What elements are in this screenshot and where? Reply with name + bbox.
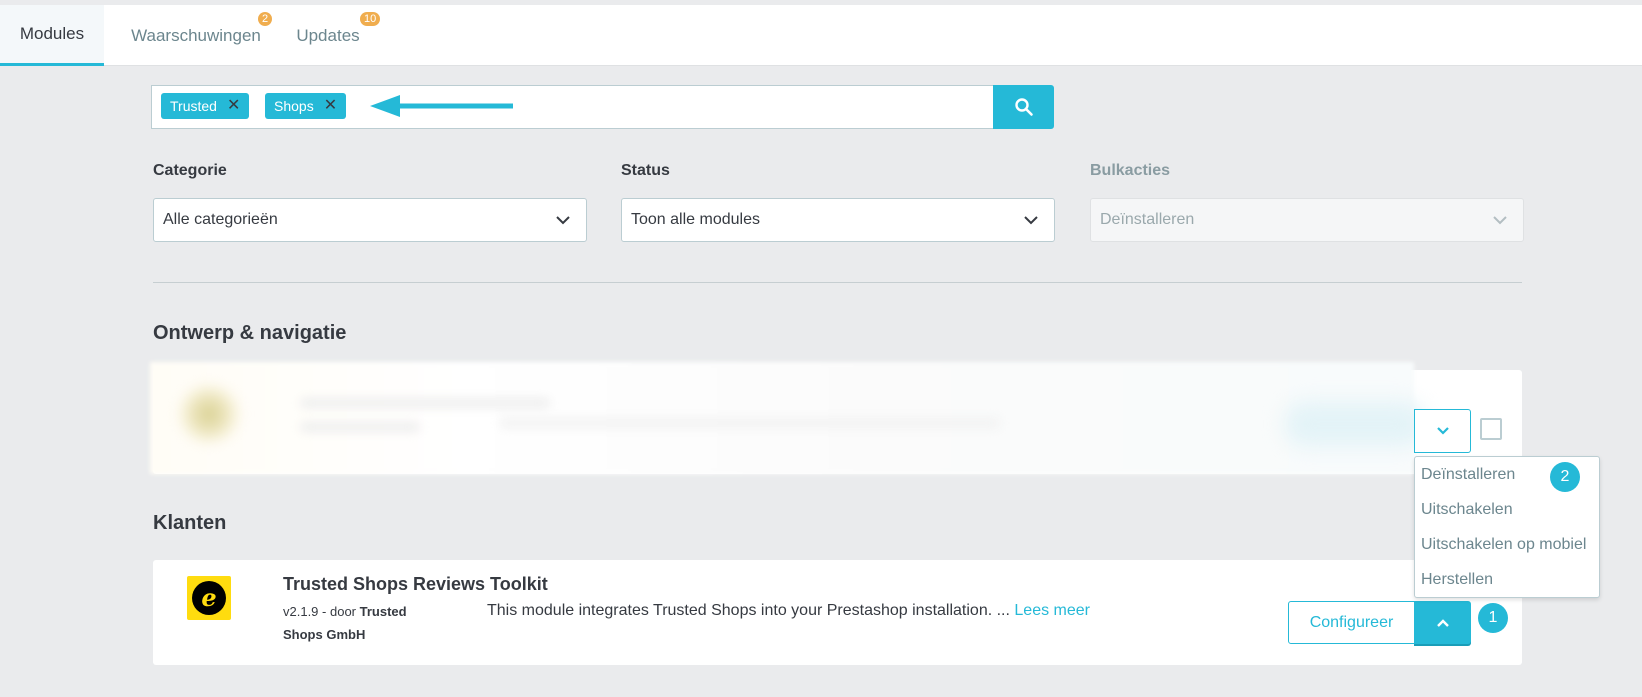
tab-modules[interactable]: Modules bbox=[0, 5, 104, 66]
divider bbox=[153, 282, 1522, 283]
tag-label: Shops bbox=[274, 98, 314, 114]
module-description-text: This module integrates Trusted Shops int… bbox=[487, 602, 1010, 619]
section-title-design: Ontwerp & navigatie bbox=[153, 322, 347, 344]
notification-badge: 10 bbox=[360, 12, 381, 26]
tag-label: Trusted bbox=[170, 98, 217, 114]
category-label: Categorie bbox=[153, 162, 227, 179]
blurred-text bbox=[300, 398, 550, 408]
menu-item-disable-mobile[interactable]: Uitschakelen op mobiel bbox=[1421, 536, 1586, 554]
notification-badge: 2 bbox=[258, 12, 273, 26]
annotation-badge-2: 2 bbox=[1550, 462, 1580, 492]
search-tag-shops: Shops ✕ bbox=[265, 93, 347, 119]
status-select-value: Toon alle modules bbox=[631, 211, 760, 228]
category-select-value: Alle categorieën bbox=[163, 211, 278, 228]
tab-label: Modules bbox=[19, 24, 85, 43]
tab-warnings[interactable]: Waarschuwingen 2 bbox=[116, 5, 276, 66]
module-name: Trusted Shops Reviews Toolkit bbox=[283, 574, 548, 594]
status-label: Status bbox=[621, 162, 670, 179]
module-version: v2.1.9 bbox=[283, 604, 319, 619]
bulk-actions-select: Deïnstalleren bbox=[1090, 198, 1524, 242]
annotation-badge-1: 1 bbox=[1478, 603, 1508, 633]
module-select-checkbox[interactable] bbox=[1480, 418, 1502, 440]
chevron-down-icon bbox=[1436, 427, 1449, 435]
blurred-text bbox=[500, 418, 1000, 428]
blurred-button bbox=[1285, 402, 1425, 446]
menu-item-uninstall[interactable]: Deïnstalleren bbox=[1421, 466, 1515, 484]
module-by: - door bbox=[322, 604, 357, 619]
tab-updates[interactable]: Updates 10 bbox=[290, 5, 381, 66]
chevron-down-icon bbox=[1493, 216, 1507, 225]
search-icon bbox=[1014, 98, 1033, 116]
module-description: This module integrates Trusted Shops int… bbox=[487, 602, 1090, 620]
blurred-module-logo bbox=[178, 385, 240, 443]
category-select[interactable]: Alle categorieën bbox=[153, 198, 587, 242]
status-select[interactable]: Toon alle modules bbox=[621, 198, 1055, 242]
module-actions-dropdown-toggle[interactable] bbox=[1414, 409, 1471, 453]
tab-label: Updates bbox=[296, 25, 360, 45]
read-more-link[interactable]: Lees meer bbox=[1014, 602, 1090, 619]
close-icon[interactable]: ✕ bbox=[324, 98, 337, 114]
chevron-down-icon bbox=[556, 216, 570, 225]
module-meta: v2.1.9 - door Trusted Shops GmbH bbox=[283, 600, 443, 646]
trusted-shops-logo: e bbox=[187, 576, 231, 620]
annotation-arrow-icon bbox=[370, 95, 513, 117]
menu-item-disable[interactable]: Uitschakelen bbox=[1421, 501, 1513, 519]
bulk-actions-select-value: Deïnstalleren bbox=[1100, 211, 1195, 228]
chevron-down-icon bbox=[1024, 216, 1038, 225]
section-title-customers: Klanten bbox=[153, 512, 227, 534]
close-icon[interactable]: ✕ bbox=[227, 98, 240, 114]
menu-item-reset[interactable]: Herstellen bbox=[1421, 571, 1493, 589]
search-tag-trusted: Trusted ✕ bbox=[161, 93, 250, 119]
tab-label: Waarschuwingen bbox=[131, 25, 261, 45]
search-button[interactable] bbox=[993, 85, 1054, 129]
bulk-actions-label: Bulkacties bbox=[1090, 162, 1171, 179]
module-actions-dropdown-toggle-open[interactable] bbox=[1414, 601, 1471, 644]
configure-button[interactable]: Configureer bbox=[1288, 601, 1415, 644]
blurred-text bbox=[300, 422, 420, 432]
chevron-up-icon bbox=[1436, 618, 1449, 627]
